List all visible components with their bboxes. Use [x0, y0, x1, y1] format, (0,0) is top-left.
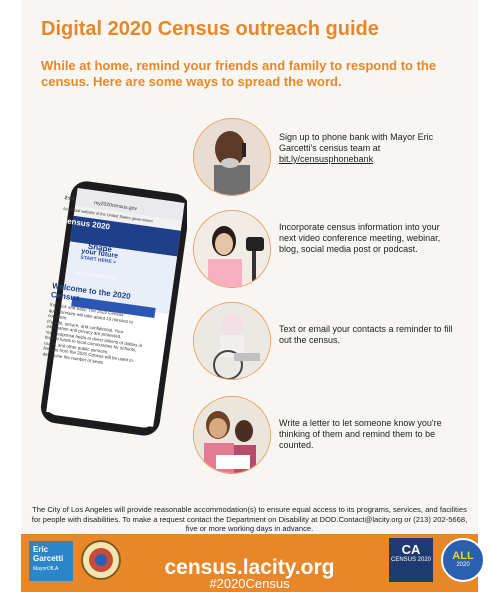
photo-woman-video [193, 210, 271, 288]
item-text: Sign up to phone bank with Mayor Eric Ga… [279, 132, 434, 153]
outreach-item-text: Sign up to phone bank with Mayor Eric Ga… [279, 132, 459, 165]
ca-logo-big: CA [401, 542, 421, 557]
outreach-item-text: Text or email your contacts a reminder t… [279, 324, 459, 346]
page-subtitle: While at home, remind your friends and f… [41, 58, 437, 89]
outreach-item-text: Write a letter to let someone know you'r… [279, 418, 459, 451]
ca-census-logo: CA CENSUS 2020 [389, 538, 433, 582]
ca-logo-small: CENSUS 2020 [390, 557, 432, 563]
page-title: Digital 2020 Census outreach guide [41, 18, 379, 40]
all-logo-big: ALL [452, 550, 474, 562]
photo-woman-wheelchair [193, 302, 271, 380]
outreach-item-text: Incorporate census information into your… [279, 222, 459, 255]
logo-eg-line1: Eric [33, 545, 49, 554]
item-text: Write a letter to let someone know you'r… [279, 418, 442, 450]
photo-family-letter [193, 396, 271, 474]
census-for-all-logo: ALL 2020 [441, 538, 485, 582]
guide-page: Digital 2020 Census outreach guide While… [21, 0, 485, 592]
outreach-item-text-email: Text or email your contacts a reminder t… [193, 302, 478, 382]
photo-man-on-phone [193, 118, 271, 196]
outreach-item-write-letter: Write a letter to let someone know you'r… [193, 396, 478, 476]
accessibility-notice: The City of Los Angeles will provide rea… [31, 505, 468, 534]
item-text: Text or email your contacts a reminder t… [279, 324, 453, 345]
phone-start-button[interactable]: Start Questionnaire [74, 270, 154, 287]
outreach-item-phone-bank: Sign up to phone bank with Mayor Eric Ga… [193, 118, 478, 198]
all-logo-bottom: 2020 [456, 562, 470, 568]
item-text: Incorporate census information into your… [279, 222, 441, 254]
outreach-item-video-conference: Incorporate census information into your… [193, 210, 478, 290]
phonebank-link[interactable]: bit.ly/censusphonebank [279, 154, 373, 164]
